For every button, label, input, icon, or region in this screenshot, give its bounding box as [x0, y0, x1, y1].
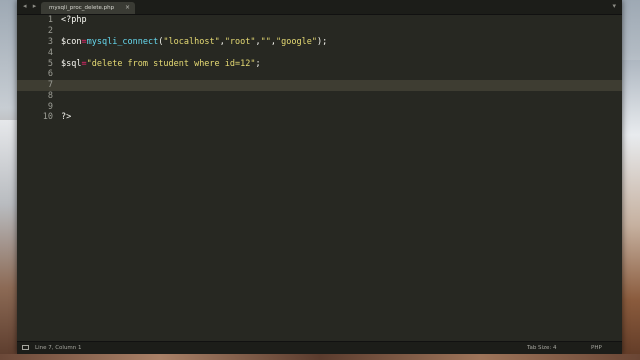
line-number: 10 [42, 112, 53, 122]
status-bar: Line 7, Column 1 Tab Size: 4 PHP [17, 341, 622, 354]
wallpaper-right-edge [622, 60, 640, 360]
variable-sql: $sql [61, 59, 82, 69]
semicolon: ; [255, 59, 261, 69]
sql-string: "delete from student where id=12" [86, 59, 256, 69]
code-editor[interactable]: 1 2 3 4 5 6 7 8 9 10 <?php $con=mysqli_c… [17, 15, 622, 342]
string-arg: "" [260, 37, 271, 47]
wallpaper-left-edge [0, 120, 18, 360]
line-number: 3 [47, 37, 53, 47]
dock-strip [0, 354, 640, 360]
console-toggle-icon[interactable] [22, 345, 29, 350]
code-line-3: $con=mysqli_connect("localhost","root","… [61, 37, 327, 48]
tab-mysqli-proc-delete[interactable]: mysqli_proc_delete.php × [41, 2, 135, 14]
line-number: 2 [47, 26, 53, 36]
editor-window: ◂ ▸ mysqli_proc_delete.php × ▾ 1 2 3 4 5… [17, 0, 622, 354]
tab-title: mysqli_proc_delete.php [49, 5, 115, 11]
php-close-tag: ?> [61, 112, 72, 122]
line-number: 4 [47, 48, 53, 58]
syntax-selector[interactable]: PHP [591, 342, 602, 354]
code-line-10: ?> [61, 112, 71, 123]
tab-bar: ◂ ▸ mysqli_proc_delete.php × ▾ [17, 0, 622, 15]
php-open-tag: <?php [61, 15, 87, 25]
function-mysqli-connect: mysqli_connect [86, 37, 159, 47]
cursor-position: Line 7, Column 1 [35, 345, 82, 351]
variable-con: $con [61, 37, 82, 47]
tab-size-selector[interactable]: Tab Size: 4 [527, 342, 556, 354]
line-number-gutter: 1 2 3 4 5 6 7 8 9 10 [17, 15, 53, 342]
line-number: 7 [47, 80, 53, 90]
paren-close: ); [316, 37, 328, 47]
code-line-1: <?php [61, 15, 87, 26]
string-arg: "localhost" [163, 37, 220, 47]
tab-menu-icon[interactable]: ▾ [612, 2, 616, 10]
line-number: 6 [47, 69, 53, 79]
close-icon[interactable]: × [125, 2, 130, 14]
code-line-5: $sql="delete from student where id=12"; [61, 59, 261, 70]
line-number: 1 [47, 15, 53, 25]
code-area[interactable]: <?php $con=mysqli_connect("localhost","r… [61, 15, 622, 342]
string-arg: "root" [224, 37, 256, 47]
tab-nav-arrows-icon[interactable]: ◂ ▸ [23, 2, 38, 10]
string-arg: "google" [276, 37, 317, 47]
line-number: 8 [47, 91, 53, 101]
